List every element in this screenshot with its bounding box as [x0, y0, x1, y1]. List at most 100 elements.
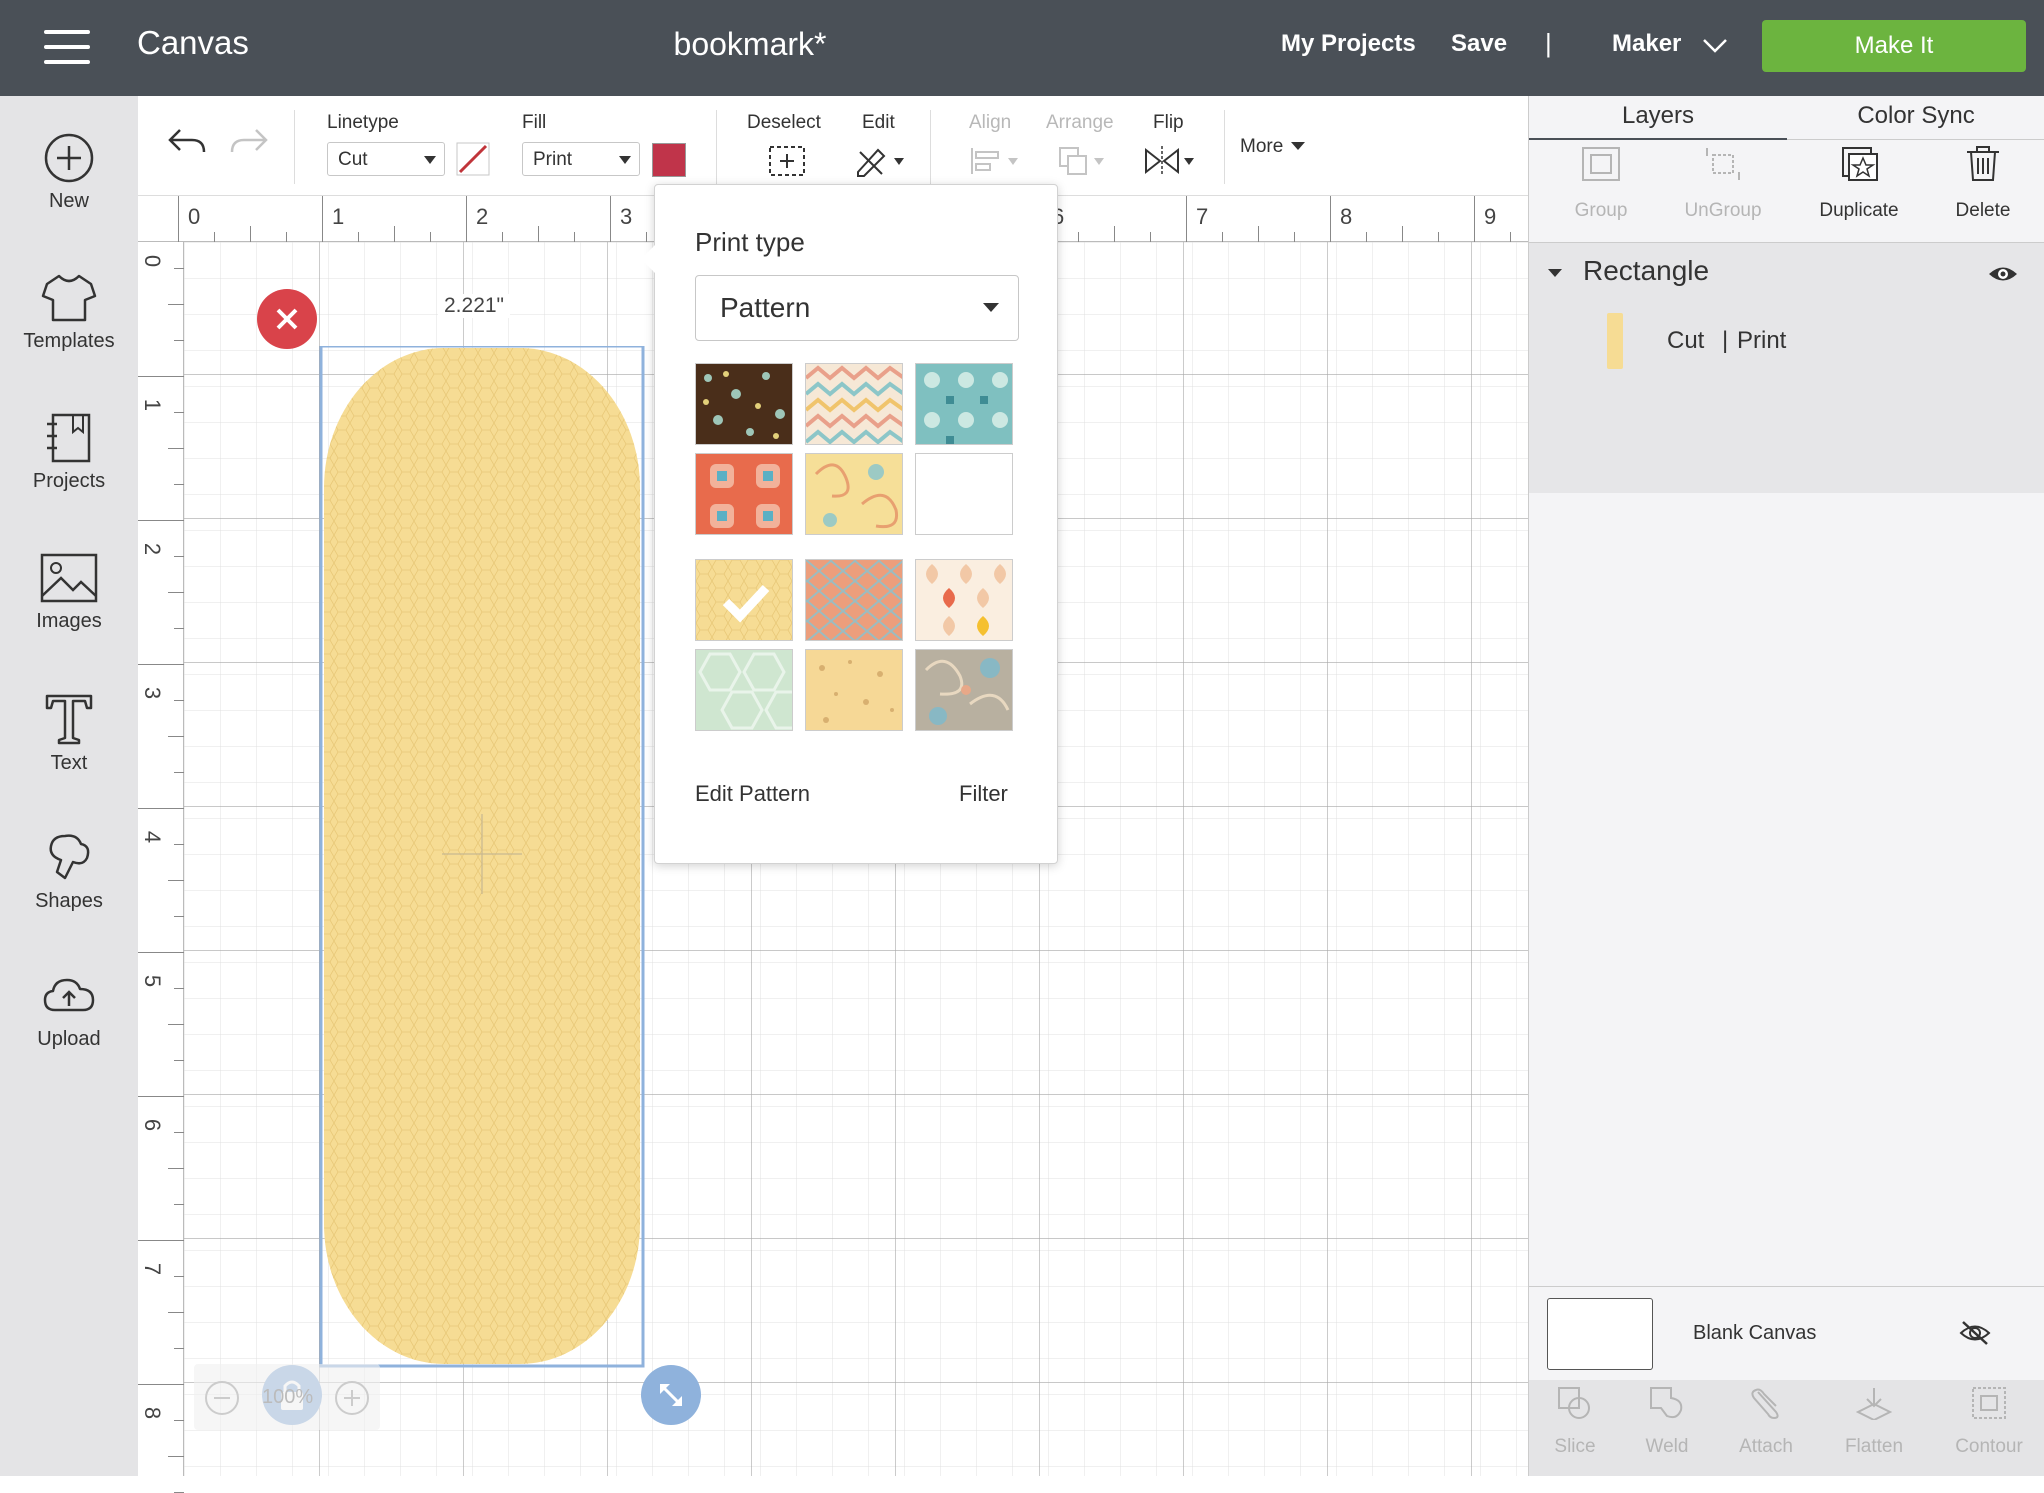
edit-icon[interactable]	[854, 144, 908, 178]
make-it-button[interactable]: Make It	[1762, 20, 2026, 72]
undo-icon[interactable]	[166, 126, 208, 158]
delete-button[interactable]: Delete	[1933, 146, 2033, 222]
save-link[interactable]: Save	[1451, 30, 1507, 58]
blank-canvas-thumbnail[interactable]	[1547, 1298, 1653, 1370]
sidebar-item-new[interactable]: New	[0, 132, 138, 252]
pattern-swatch[interactable]	[695, 649, 793, 731]
cloud-upload-icon	[43, 978, 95, 1012]
linetype-label: Linetype	[327, 112, 399, 133]
linetype-value: Cut	[338, 149, 368, 170]
ruler-tick-label: 2	[140, 542, 166, 556]
sidebar-item-shapes[interactable]: Shapes	[0, 832, 138, 952]
linetype-select[interactable]: Cut	[327, 142, 445, 176]
header-separator: |	[1545, 28, 1552, 58]
sidebar-item-label: Text	[50, 752, 88, 774]
align-icon[interactable]	[968, 144, 1022, 178]
zoom-in-icon[interactable]	[334, 1380, 370, 1416]
fill-select[interactable]: Print	[522, 142, 640, 176]
pattern-swatch[interactable]	[695, 363, 793, 445]
zoom-level: 100%	[262, 1386, 314, 1408]
pattern-swatch[interactable]	[915, 649, 1013, 731]
slice-button[interactable]: Slice	[1537, 1386, 1613, 1458]
group-button[interactable]: Group	[1551, 146, 1651, 222]
flip-icon[interactable]	[1142, 144, 1200, 178]
ruler-tick-label: 0	[188, 204, 201, 229]
filter-link[interactable]: Filter	[959, 781, 1008, 807]
pattern-swatch[interactable]	[805, 559, 903, 641]
ruler-tick-label: 7	[1196, 204, 1209, 229]
ruler-tick-label: 2	[476, 204, 489, 229]
more-caret-icon[interactable]	[1290, 140, 1306, 152]
my-projects-link[interactable]: My Projects	[1281, 30, 1416, 58]
ungroup-button[interactable]: UnGroup	[1665, 146, 1781, 222]
delete-shape-icon[interactable]	[256, 288, 318, 350]
pattern-swatch[interactable]	[915, 363, 1013, 445]
sidebar-item-upload[interactable]: Upload	[0, 972, 138, 1092]
sidebar-item-images[interactable]: Images	[0, 552, 138, 672]
ruler-vertical: 0 1 2 3 4 5 6 7 8	[138, 242, 184, 1493]
pattern-swatch[interactable]	[915, 453, 1013, 535]
edit-pattern-link[interactable]: Edit Pattern	[695, 781, 810, 807]
layer-print-label: Print	[1737, 327, 1787, 354]
duplicate-icon	[1842, 147, 1878, 181]
duplicate-button[interactable]: Duplicate	[1801, 146, 1917, 222]
pattern-swatch[interactable]	[805, 649, 903, 731]
print-type-select[interactable]: Pattern	[695, 275, 1019, 341]
collapse-caret-icon[interactable]	[1547, 267, 1563, 279]
attach-button[interactable]: Attach	[1723, 1386, 1809, 1458]
pattern-swatch[interactable]	[915, 559, 1013, 641]
ruler-tick-label: 7	[140, 1262, 166, 1276]
tab-layers[interactable]: Layers	[1529, 96, 1787, 140]
flatten-icon	[1855, 1388, 1893, 1422]
document-title: bookmark*	[673, 26, 827, 62]
sidebar-item-text[interactable]: Text	[0, 692, 138, 812]
arrange-icon[interactable]	[1056, 144, 1110, 178]
bookmark-shape[interactable]	[318, 346, 678, 1406]
zoom-out-icon[interactable]	[204, 1380, 240, 1416]
plus-circle-icon	[44, 133, 94, 183]
edit-label: Edit	[862, 112, 895, 133]
sidebar-item-projects[interactable]: Projects	[0, 412, 138, 532]
layer-group[interactable]: Rectangle Cut | Print	[1529, 243, 2044, 493]
layer-color-swatch	[1607, 313, 1623, 369]
popup-title: Print type	[695, 227, 805, 257]
ruler-tick-label: 6	[140, 1118, 166, 1132]
resize-handle-icon[interactable]	[640, 1364, 702, 1426]
ruler-tick-label: 8	[140, 1406, 166, 1420]
more-menu[interactable]: More	[1240, 136, 1283, 158]
flatten-label: Flatten	[1844, 1436, 1904, 1457]
zoom-control: 100%	[194, 1364, 380, 1430]
machine-selector[interactable]: Maker	[1612, 30, 1681, 58]
chevron-down-icon[interactable]	[1702, 38, 1728, 54]
line-color-swatch[interactable]	[456, 142, 490, 176]
contour-button[interactable]: Contour	[1939, 1386, 2039, 1458]
fill-color-swatch[interactable]	[652, 143, 686, 177]
contour-icon	[1972, 1387, 2006, 1419]
slice-icon	[1558, 1387, 1590, 1419]
sidebar-item-templates[interactable]: Templates	[0, 272, 138, 392]
tshirt-icon	[41, 274, 97, 322]
image-icon	[40, 553, 98, 603]
left-sidebar: New Templates Projects Images Text Shape…	[0, 96, 138, 1476]
pattern-swatch[interactable]	[805, 363, 903, 445]
tab-color-sync[interactable]: Color Sync	[1787, 96, 2044, 140]
contour-label: Contour	[1955, 1436, 2023, 1457]
pattern-swatch[interactable]	[695, 453, 793, 535]
weld-button[interactable]: Weld	[1629, 1386, 1705, 1458]
deselect-icon[interactable]	[767, 144, 807, 178]
layer-cut-label: Cut	[1667, 327, 1705, 354]
hidden-eye-icon[interactable]	[1959, 1320, 1991, 1346]
text-icon	[45, 694, 93, 745]
visibility-eye-icon[interactable]	[1987, 263, 2019, 285]
pattern-swatch-selected[interactable]	[695, 559, 793, 641]
notebook-icon	[47, 413, 91, 463]
ungroup-icon	[1706, 148, 1740, 180]
ruler-tick-label: 4	[140, 830, 166, 844]
weld-icon	[1650, 1387, 1683, 1419]
flatten-button[interactable]: Flatten	[1829, 1386, 1919, 1458]
ruler-tick-label: 3	[620, 204, 633, 229]
group-icon	[1582, 147, 1620, 181]
pattern-swatch[interactable]	[805, 453, 903, 535]
redo-icon[interactable]	[228, 126, 270, 158]
print-type-value: Pattern	[720, 292, 811, 323]
